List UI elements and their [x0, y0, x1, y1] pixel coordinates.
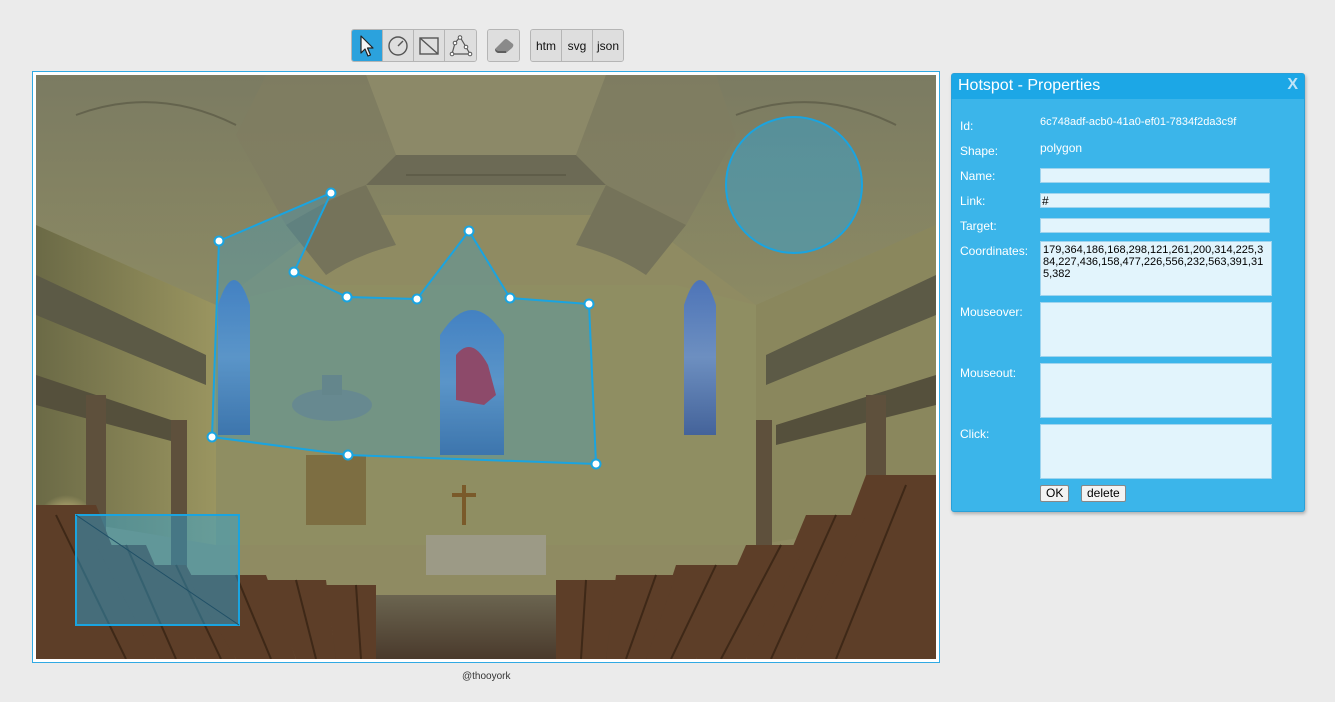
- polygon-draw-icon: [449, 34, 472, 56]
- click-label: Click:: [960, 427, 990, 441]
- hotspot-properties-panel: Hotspot - Properties X Id: 6c748adf-acb0…: [951, 73, 1305, 512]
- circle-tool-button[interactable]: [383, 30, 414, 61]
- eraser-group: [487, 29, 520, 62]
- export-group: htm svg json: [530, 29, 624, 62]
- mouseout-label: Mouseout:: [960, 366, 1017, 380]
- polygon-tool-button[interactable]: [445, 30, 476, 61]
- ok-button[interactable]: OK: [1040, 485, 1070, 502]
- panel-title: Hotspot - Properties: [958, 77, 1101, 94]
- panel-header: Hotspot - Properties X: [952, 74, 1304, 99]
- mouseover-label: Mouseover:: [960, 305, 1023, 319]
- link-label: Link:: [960, 194, 986, 208]
- church-interior-image[interactable]: [36, 75, 936, 659]
- church-photo: [36, 75, 936, 659]
- circle-hotspot[interactable]: [725, 116, 863, 254]
- shape-value: polygon: [1040, 141, 1083, 155]
- coordinates-label: Coordinates:: [960, 244, 1029, 258]
- rectangle-draw-icon: [419, 36, 439, 55]
- shape-label: Shape:: [960, 144, 999, 158]
- coordinates-textarea[interactable]: 179,364,186,168,298,121,261,200,314,225,…: [1040, 241, 1272, 296]
- close-icon[interactable]: X: [1287, 76, 1298, 94]
- image-editor-canvas: [32, 71, 940, 663]
- delete-button[interactable]: delete: [1081, 485, 1126, 502]
- eraser-button[interactable]: [488, 30, 519, 61]
- toolbar: htm svg json: [351, 29, 624, 62]
- draw-tools-group: [351, 29, 477, 62]
- target-label: Target:: [960, 219, 997, 233]
- id-label: Id:: [960, 119, 974, 133]
- link-input[interactable]: [1040, 193, 1270, 208]
- target-input[interactable]: [1040, 218, 1270, 233]
- circle-draw-icon: [388, 35, 408, 56]
- name-input[interactable]: [1040, 168, 1270, 183]
- mouseout-textarea[interactable]: [1040, 363, 1272, 418]
- mouseover-textarea[interactable]: [1040, 302, 1272, 357]
- rectangle-hotspot[interactable]: [75, 514, 240, 626]
- select-tool-button[interactable]: [352, 30, 383, 61]
- id-value: 6c748adf-acb0-41a0-ef01-7834f2da3c9f: [1040, 116, 1237, 128]
- rectangle-tool-button[interactable]: [414, 30, 445, 61]
- cursor-arrow-icon: [360, 34, 374, 57]
- photo-credit: @thooyork: [462, 671, 511, 682]
- eraser-icon: [494, 38, 513, 53]
- export-htm-button[interactable]: htm: [531, 30, 562, 61]
- name-label: Name:: [960, 169, 996, 183]
- click-textarea[interactable]: [1040, 424, 1272, 479]
- export-svg-button[interactable]: svg: [562, 30, 593, 61]
- export-json-button[interactable]: json: [593, 30, 623, 61]
